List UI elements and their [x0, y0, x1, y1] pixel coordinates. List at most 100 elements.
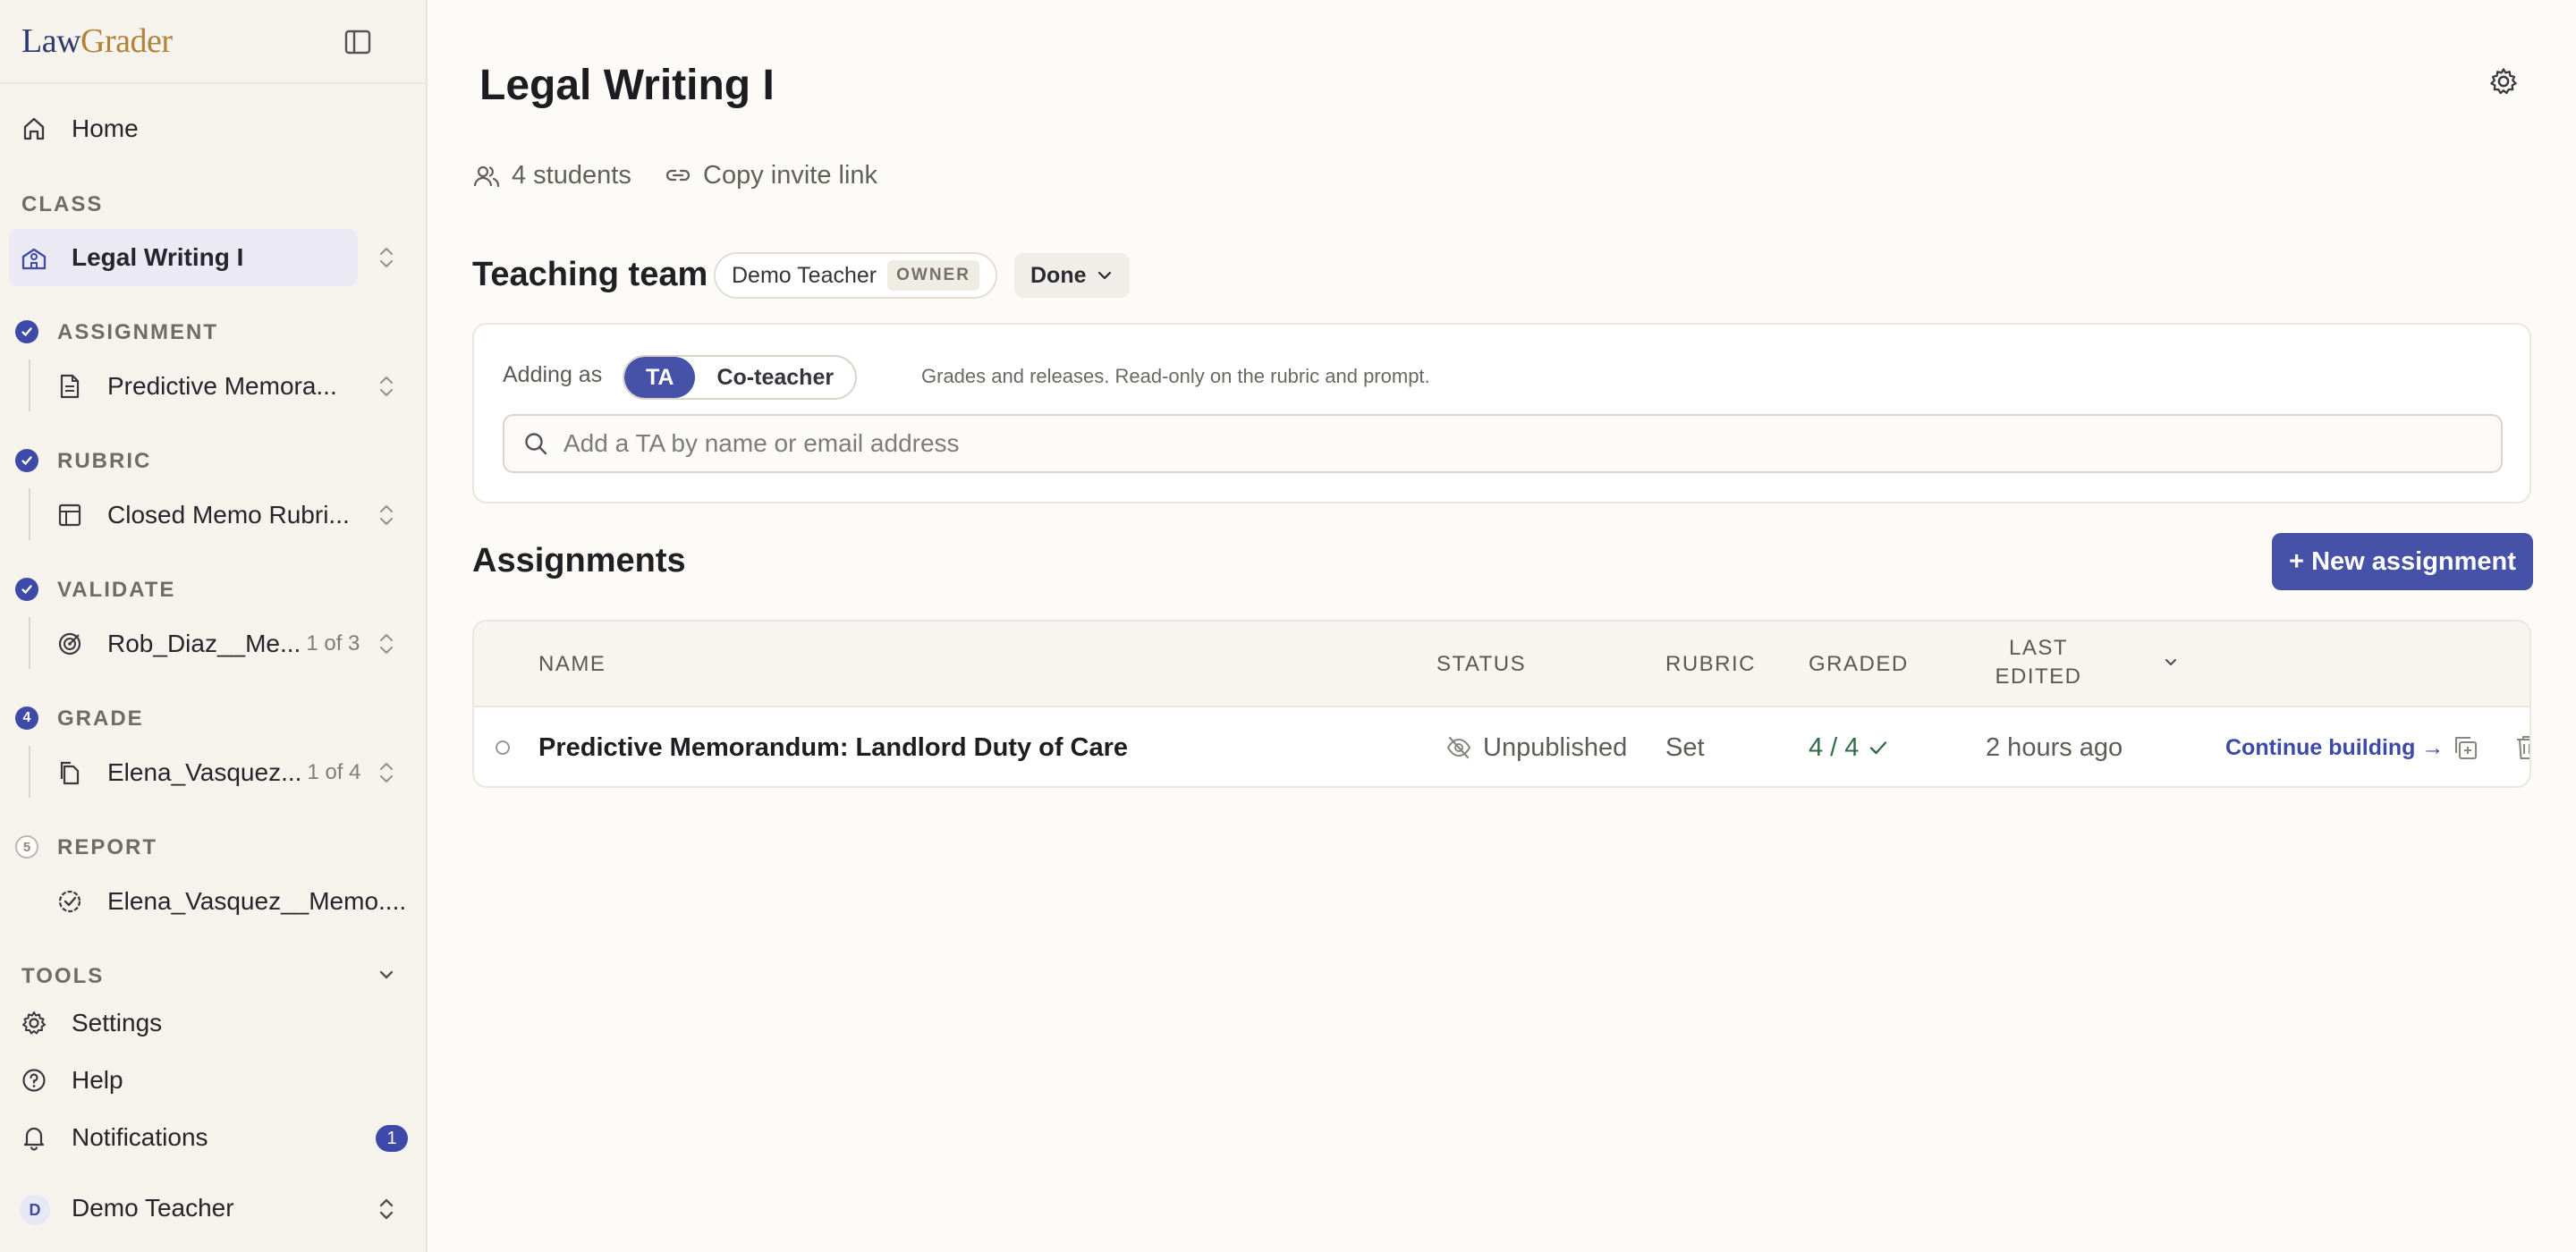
- app-logo[interactable]: LawGrader: [21, 21, 173, 61]
- section-label-tools: TOOLS: [21, 964, 105, 988]
- sidebar-item-validate[interactable]: Rob_Diaz__Me... 1 of 3: [55, 630, 360, 658]
- sidebar-item-help[interactable]: Help: [20, 1066, 123, 1095]
- document-icon: [55, 372, 84, 401]
- sidebar-item-label: Closed Memo Rubri...: [107, 501, 350, 529]
- table-header: NAME STATUS RUBRIC GRADED LAST EDITED: [474, 622, 2529, 707]
- step-done-icon: [15, 320, 38, 343]
- section-label-grade: GRADE: [57, 706, 144, 731]
- column-header-last-edited[interactable]: LAST EDITED: [1986, 636, 2091, 689]
- home-icon: [20, 114, 48, 143]
- column-header-rubric[interactable]: RUBRIC: [1665, 652, 1756, 677]
- logo-row: LawGrader: [0, 0, 428, 84]
- search-icon: [504, 430, 549, 457]
- chevron-up-down-icon[interactable]: [376, 501, 397, 529]
- role-option-co-teacher[interactable]: Co-teacher: [695, 357, 855, 398]
- column-header-name[interactable]: NAME: [538, 652, 606, 677]
- step-number-badge: 4: [15, 706, 38, 730]
- done-button[interactable]: Done: [1014, 253, 1130, 298]
- sidebar-item-grade[interactable]: Elena_Vasquez... 1 of 4: [55, 758, 360, 787]
- sidebar-item-label: Help: [72, 1066, 123, 1094]
- column-header-last-edited-line1: LAST: [2008, 636, 2069, 660]
- sidebar-item-rubric[interactable]: Closed Memo Rubri...: [55, 501, 350, 529]
- sidebar-item-class[interactable]: Legal Writing I: [20, 243, 243, 272]
- add-team-member-card: Adding as TA Co-teacher Grades and relea…: [472, 323, 2531, 503]
- sort-chevron-icon[interactable]: [2163, 654, 2179, 670]
- sidebar-toggle-icon[interactable]: [343, 29, 372, 55]
- step-done-icon: [15, 449, 38, 472]
- new-assignment-button[interactable]: + New assignment: [2272, 533, 2533, 590]
- sidebar-item-label: Elena_Vasquez__Memo....: [107, 887, 407, 915]
- role-option-ta[interactable]: TA: [624, 357, 696, 398]
- owner-tag: OWNER: [887, 260, 979, 291]
- item-count: 1 of 3: [306, 631, 360, 656]
- sidebar-item-label: Home: [72, 114, 139, 142]
- check-circle-icon: [55, 887, 84, 916]
- sidebar-item-assignment[interactable]: Predictive Memora...: [55, 372, 337, 401]
- team-member-chip: Demo Teacher OWNER: [714, 252, 997, 299]
- status-text: Unpublished: [1483, 732, 1628, 762]
- section-label-rubric: RUBRIC: [57, 449, 152, 473]
- settings-gear-icon[interactable]: [2488, 66, 2519, 97]
- avatar[interactable]: D: [20, 1195, 50, 1225]
- duplicate-icon[interactable]: [2451, 733, 2479, 762]
- team-member-name: Demo Teacher: [732, 262, 877, 288]
- chevron-up-down-icon[interactable]: [376, 1195, 397, 1223]
- table-row[interactable]: Predictive Memorandum: Landlord Duty of …: [474, 707, 2529, 786]
- continue-building-link[interactable]: Continue building →: [2225, 707, 2444, 786]
- trash-icon[interactable]: [2513, 733, 2529, 762]
- role-toggle[interactable]: TA Co-teacher: [623, 355, 858, 400]
- assignments-table: NAME STATUS RUBRIC GRADED LAST EDITED Pr…: [472, 620, 2531, 788]
- step-number-badge: 5: [15, 835, 38, 859]
- adding-as-label: Adding as: [503, 362, 603, 387]
- column-header-status[interactable]: STATUS: [1436, 652, 1526, 677]
- logo-text-grader: Grader: [80, 22, 173, 60]
- step-done-icon: [15, 578, 38, 601]
- notification-count-badge: 1: [376, 1125, 408, 1152]
- gear-icon: [20, 1009, 48, 1037]
- member-search-input[interactable]: [564, 429, 2442, 458]
- bell-icon: [20, 1123, 48, 1152]
- school-icon: [20, 243, 48, 272]
- sidebar-item-label: Elena_Vasquez...: [107, 758, 302, 786]
- item-count: 1 of 4: [307, 760, 361, 784]
- sidebar-item-label: Notifications: [72, 1123, 208, 1151]
- link-icon: [664, 163, 703, 190]
- section-label-class: CLASS: [21, 192, 104, 216]
- chevron-down-icon[interactable]: [376, 960, 397, 989]
- assignments-heading: Assignments: [472, 542, 686, 579]
- section-label-validate: VALIDATE: [57, 578, 176, 602]
- sidebar-item-settings[interactable]: Settings: [20, 1009, 162, 1037]
- assignment-rubric: Set: [1665, 732, 1705, 762]
- role-description: Grades and releases. Read-only on the ru…: [921, 365, 1430, 387]
- member-search-box[interactable]: [503, 414, 2503, 473]
- tree-line: [29, 746, 30, 798]
- sidebar-item-notifications[interactable]: Notifications: [20, 1123, 208, 1152]
- check-icon: [1868, 737, 1889, 758]
- user-name[interactable]: Demo Teacher: [72, 1194, 234, 1222]
- invite-label: Copy invite link: [703, 161, 878, 190]
- eye-off-icon: [1445, 734, 1472, 761]
- assignment-graded: 4 / 4: [1809, 707, 1889, 786]
- tree-line: [29, 617, 30, 669]
- table-icon: [55, 501, 84, 529]
- students-label: 4 students: [512, 161, 631, 190]
- row-select-radio[interactable]: [496, 740, 510, 755]
- graded-count: 4 / 4: [1809, 732, 1860, 762]
- teaching-team-heading: Teaching team: [472, 256, 708, 293]
- students-count[interactable]: 4 students: [472, 161, 631, 190]
- chevron-up-down-icon[interactable]: [376, 758, 397, 787]
- chevron-up-down-icon[interactable]: [376, 372, 397, 401]
- logo-text-law: Law: [21, 22, 81, 60]
- chevron-up-down-icon[interactable]: [376, 243, 397, 272]
- section-label-report: REPORT: [57, 835, 158, 859]
- chevron-up-down-icon[interactable]: [376, 630, 397, 658]
- assignment-name[interactable]: Predictive Memorandum: Landlord Duty of …: [538, 707, 1128, 786]
- users-icon: [472, 163, 512, 190]
- sidebar-item-report[interactable]: Elena_Vasquez__Memo....: [55, 887, 406, 916]
- column-header-graded[interactable]: GRADED: [1809, 652, 1909, 677]
- copy-invite-link[interactable]: Copy invite link: [664, 161, 877, 190]
- assignment-status: Unpublished: [1445, 707, 1628, 786]
- page-title: Legal Writing I: [479, 62, 775, 109]
- sidebar-item-home[interactable]: Home: [20, 114, 139, 143]
- chevron-down-icon: [1087, 266, 1114, 284]
